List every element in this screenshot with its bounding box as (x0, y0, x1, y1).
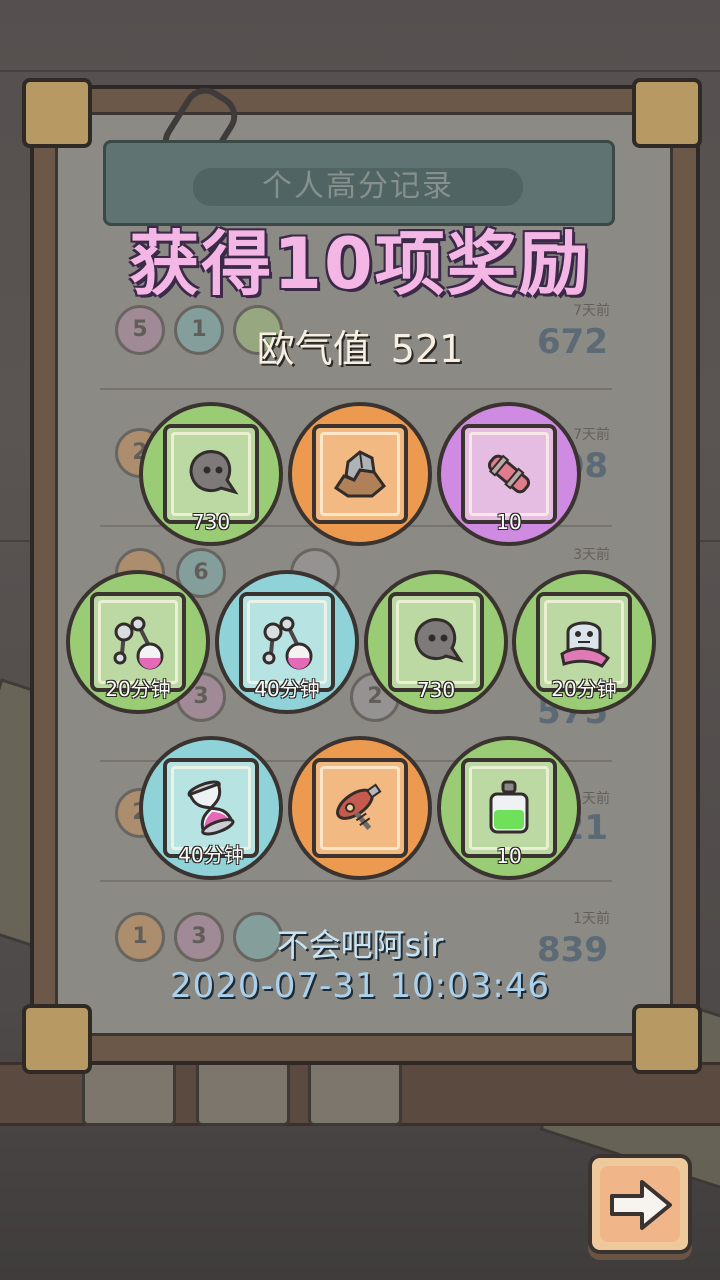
reward-item[interactable]: 40分钟 (215, 570, 359, 714)
record-days: 3天前 (573, 547, 610, 563)
ghost-blob-icon (414, 618, 464, 663)
reward-quantity: 40分钟 (254, 677, 320, 701)
ghost-blob-icon (189, 450, 239, 495)
reward-item[interactable]: 10 (437, 402, 581, 546)
reward-title: 获得10项奖励 (129, 223, 591, 305)
ghost-sheet-icon (560, 621, 611, 668)
reward-item[interactable]: 730 (139, 402, 283, 546)
molecule-flask-icon (113, 616, 164, 670)
reward-item[interactable]: 730 (364, 570, 508, 714)
board-corner (632, 78, 702, 148)
hourglass-icon (187, 780, 235, 836)
row-divider (100, 880, 612, 882)
record-days: 7天前 (573, 427, 610, 443)
reward-quantity: 730 (416, 678, 456, 702)
reward-quantity: 10 (496, 844, 522, 868)
record-header-title: 个人高分记录 (193, 168, 523, 206)
reward-quantity: 10 (496, 510, 522, 534)
reward-tile (163, 424, 259, 524)
luck-label: 欧气值 (256, 327, 371, 371)
reward-quantity: 730 (191, 510, 231, 534)
reward-item[interactable]: 20分钟 (66, 570, 210, 714)
board-corner (22, 1004, 92, 1074)
shelf-card (308, 1060, 402, 1126)
potion-bottle-icon (489, 780, 529, 834)
board-corner (22, 78, 92, 148)
row-divider (100, 388, 612, 390)
reward-item[interactable]: 40分钟 (139, 736, 283, 880)
reward-quantity: 40分钟 (178, 843, 244, 867)
rock-ore-icon (333, 450, 387, 498)
arrow-right-icon (610, 1180, 672, 1230)
next-button[interactable] (588, 1154, 692, 1254)
ray-gun-icon (336, 783, 382, 830)
reward-quantity: 20分钟 (105, 677, 171, 701)
reward-tile (461, 758, 557, 858)
board-corner (632, 1004, 702, 1074)
luck-value-row: 欧气值 521 (0, 318, 720, 373)
reward-item[interactable]: 20分钟 (512, 570, 656, 714)
shelf-card (196, 1060, 290, 1126)
luck-value: 521 (390, 327, 464, 371)
wall-plank (0, 70, 720, 72)
reward-tile (312, 758, 408, 858)
reward-item[interactable] (288, 736, 432, 880)
scroll-cannon-icon (487, 454, 531, 494)
reward-tile (312, 424, 408, 524)
reward-item[interactable]: 10 (437, 736, 581, 880)
shelf-card (82, 1060, 176, 1126)
user-name: 不会吧阿sir (276, 926, 444, 964)
draw-timestamp: 2020-07-31 10:03:46 (169, 966, 551, 1006)
molecule-flask-icon (262, 616, 313, 670)
reward-quantity: 20分钟 (551, 677, 617, 701)
reward-tile (461, 424, 557, 524)
reward-tile (388, 592, 484, 692)
reward-item[interactable] (288, 402, 432, 546)
